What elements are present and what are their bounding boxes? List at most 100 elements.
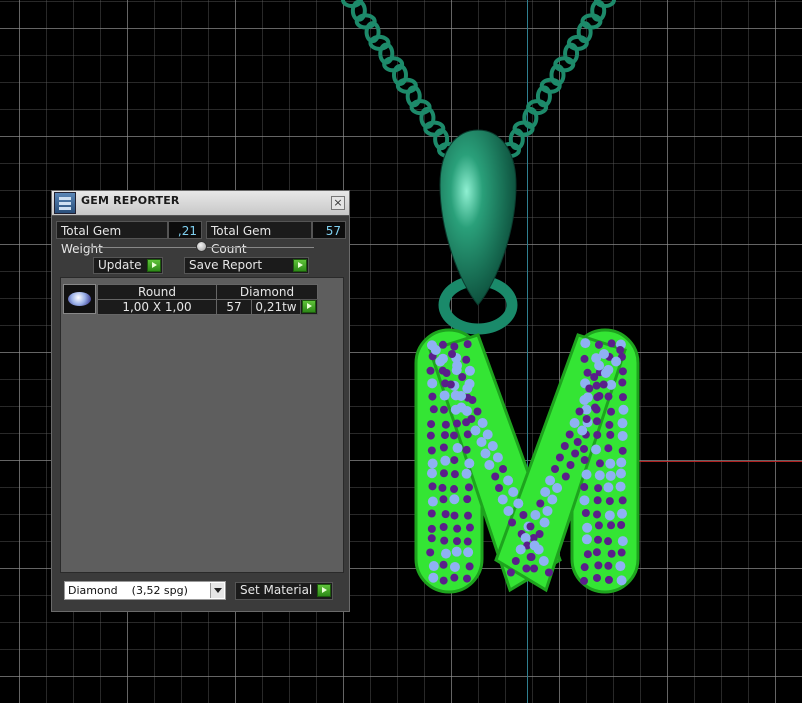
purple-gem (458, 373, 467, 381)
purple-gem (453, 537, 462, 546)
play-icon (147, 259, 161, 272)
purple-gem (593, 535, 602, 544)
purple-gem (499, 465, 507, 473)
purple-gem (462, 445, 471, 454)
total-gem-weight-value: ,21 (168, 221, 202, 239)
purple-gem (606, 430, 615, 439)
purple-gem (599, 380, 608, 389)
round-gem-icon (63, 284, 96, 314)
blue-gem (530, 510, 541, 520)
gem-shape-cell: Round (97, 284, 217, 300)
gem-list[interactable]: Round Diamond 1,00 X 1,00 57 0,21tw (60, 277, 344, 573)
purple-gem (565, 430, 574, 439)
total-gem-count-value: 57 (312, 221, 346, 239)
purple-gem (450, 511, 459, 520)
purple-gem (473, 407, 482, 416)
panel-titlebar[interactable]: GEM REPORTER × (52, 191, 349, 216)
blue-gem (452, 360, 463, 371)
blue-gem (508, 487, 519, 497)
blue-gem (617, 430, 628, 441)
save-report-button[interactable]: Save Report (184, 257, 309, 274)
purple-gem (467, 415, 476, 423)
purple-gem (463, 574, 472, 583)
purple-gem (607, 339, 616, 348)
purple-gem (463, 430, 472, 439)
purple-gem (438, 340, 447, 349)
purple-gem (450, 573, 459, 582)
purple-gem (616, 346, 625, 354)
purple-gem (495, 484, 504, 492)
purple-gem (446, 380, 455, 389)
dropdown-arrow-icon[interactable] (210, 583, 224, 598)
purple-gem (560, 442, 569, 450)
play-icon (317, 584, 331, 597)
purple-gem (448, 350, 456, 358)
blue-gem (439, 390, 450, 401)
blue-gem (615, 481, 626, 492)
set-material-button[interactable]: Set Material (235, 582, 333, 600)
purple-gem (506, 568, 515, 577)
blue-gem (426, 468, 437, 479)
blue-gem (594, 360, 605, 371)
blue-gem (579, 395, 590, 405)
blue-gem (616, 457, 627, 468)
purple-gem (450, 485, 459, 494)
blue-gem (430, 345, 441, 355)
blue-gem (452, 443, 463, 454)
purple-gem (439, 522, 448, 531)
blue-gem (616, 508, 627, 519)
row-action-button[interactable] (300, 299, 318, 315)
purple-gem (439, 560, 448, 569)
purple-gem (607, 407, 616, 416)
purple-gem (592, 381, 601, 390)
purple-gem (580, 444, 589, 453)
purple-gem (453, 524, 462, 533)
purple-gem (427, 446, 436, 455)
purple-gem (491, 472, 500, 481)
blue-gem (456, 391, 467, 401)
purple-gem (618, 446, 627, 455)
blue-gem (581, 534, 592, 545)
blue-gem (529, 540, 540, 551)
blue-gem (497, 494, 508, 505)
update-button[interactable]: Update (93, 257, 163, 274)
purple-gem (452, 419, 461, 428)
blue-gem (449, 494, 460, 505)
purple-gem (441, 510, 450, 519)
blue-gem (604, 510, 615, 521)
blue-gem (603, 482, 614, 493)
purple-gem (595, 459, 604, 468)
purple-gem (450, 456, 459, 465)
blue-gem (427, 496, 438, 507)
purple-gem (585, 384, 594, 393)
blue-gem (569, 418, 580, 428)
blue-gem (591, 444, 602, 455)
purple-gem (439, 469, 448, 478)
purple-gem (604, 537, 613, 546)
close-icon[interactable]: × (331, 196, 345, 210)
blue-gem (440, 455, 451, 466)
blue-gem (618, 404, 629, 415)
purple-gem (440, 431, 449, 440)
play-icon (293, 259, 307, 272)
purple-gem (566, 461, 575, 469)
blue-gem (520, 533, 531, 543)
purple-gem (591, 403, 600, 412)
purple-gem (426, 548, 435, 557)
purple-gem (464, 483, 473, 492)
slider-knob[interactable] (196, 241, 207, 252)
purple-gem (468, 396, 477, 404)
purple-gem (527, 553, 536, 561)
purple-gem (463, 511, 472, 520)
blue-gem (605, 458, 616, 469)
purple-gem (604, 444, 613, 453)
bail (439, 129, 517, 306)
blue-gem (599, 349, 609, 359)
purple-gem (463, 340, 472, 349)
material-select[interactable]: Diamond (3,52 spg) (64, 581, 226, 600)
play-icon (302, 300, 316, 313)
total-gem-weight-label: Total Gem Weight (56, 221, 168, 256)
purple-gem (580, 354, 589, 363)
blue-gem (435, 356, 446, 367)
blue-gem (427, 458, 438, 469)
